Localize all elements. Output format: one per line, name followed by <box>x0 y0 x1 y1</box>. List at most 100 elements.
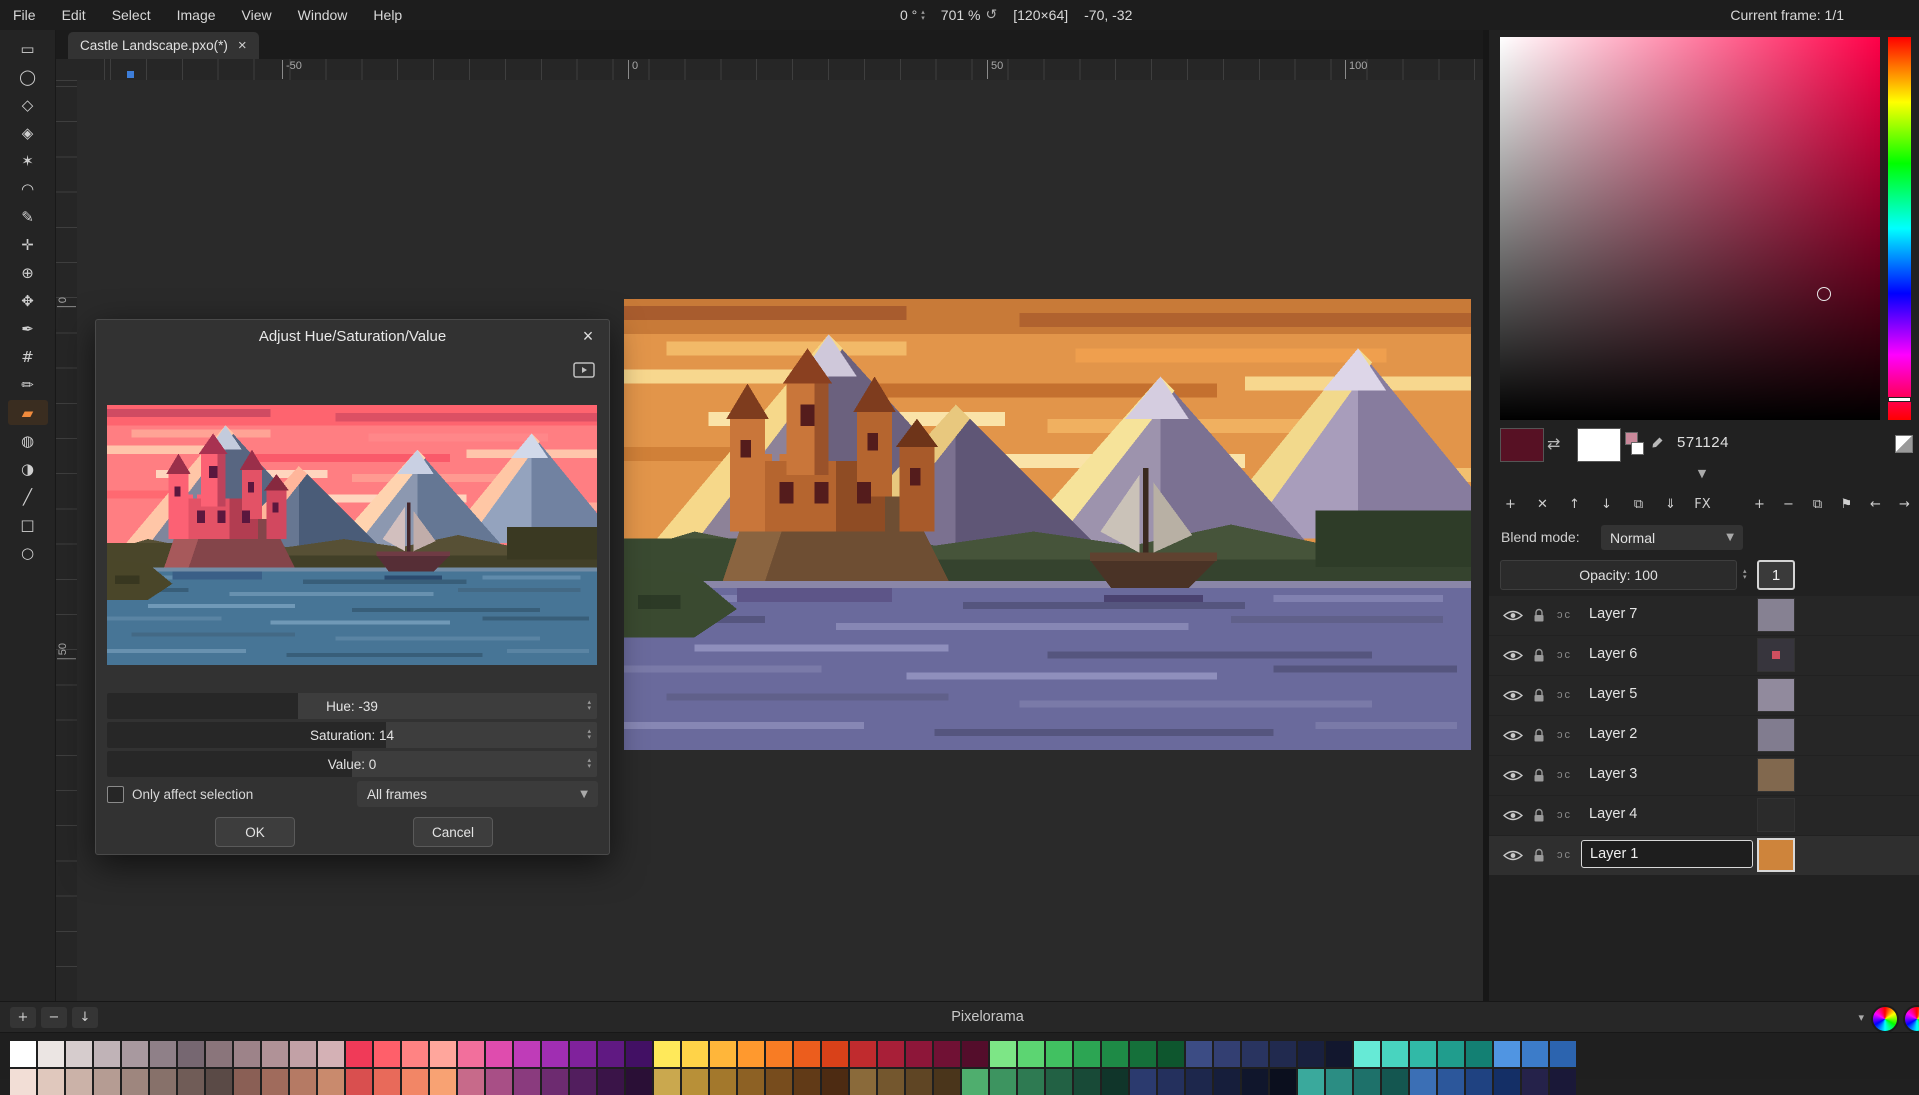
palette-swatch[interactable] <box>1410 1069 1436 1095</box>
palette-swatch[interactable] <box>1242 1041 1268 1067</box>
palette-swatch[interactable] <box>598 1069 624 1095</box>
menu-image[interactable]: Image <box>164 3 229 27</box>
tab-close-icon[interactable]: × <box>238 37 247 54</box>
menu-help[interactable]: Help <box>360 3 415 27</box>
palette-swatch[interactable] <box>542 1069 568 1095</box>
palette-swatch[interactable] <box>626 1069 652 1095</box>
palette-swatch[interactable] <box>178 1041 204 1067</box>
palette-swatch[interactable] <box>1214 1069 1240 1095</box>
palette-swatch[interactable] <box>1494 1041 1520 1067</box>
picker-cursor[interactable] <box>1817 287 1831 301</box>
layer-lock-icon[interactable] <box>1533 688 1545 706</box>
color-mode-icon[interactable] <box>1895 435 1913 453</box>
merge-layer-down-button[interactable]: ⇓ <box>1658 494 1683 516</box>
default-colors-icon[interactable] <box>1625 432 1643 456</box>
palette-swatch[interactable] <box>850 1041 876 1067</box>
palette-swatch[interactable] <box>1298 1069 1324 1095</box>
palette-swatch[interactable] <box>458 1069 484 1095</box>
layer-row-layer-1[interactable]: ɔcLayer 1 <box>1489 836 1919 875</box>
palette-swatch[interactable] <box>514 1069 540 1095</box>
new-layer-button[interactable]: + <box>1498 494 1523 516</box>
remove-frame-button[interactable]: − <box>1776 494 1801 516</box>
palette-swatch[interactable] <box>430 1041 456 1067</box>
cel-link-icon[interactable]: ɔc <box>1557 729 1572 741</box>
opacity-spinner[interactable]: ▴▾ <box>1743 568 1747 580</box>
layer-lock-icon[interactable] <box>1533 608 1545 626</box>
lasso-tool[interactable]: ◠ <box>8 176 48 201</box>
palette-swatch[interactable] <box>1522 1041 1548 1067</box>
palette-swatch[interactable] <box>654 1041 680 1067</box>
layer-lock-icon[interactable] <box>1533 808 1545 826</box>
layer-row-layer-2[interactable]: ɔcLayer 2 <box>1489 716 1919 755</box>
color-picker-tool[interactable]: ✒ <box>8 316 48 341</box>
palette-swatch[interactable] <box>850 1069 876 1095</box>
layer-lock-icon[interactable] <box>1533 648 1545 666</box>
saturation-spinner[interactable]: ▴▾ <box>587 728 591 740</box>
layer-visibility-icon[interactable] <box>1503 689 1523 705</box>
preview-toggle-icon[interactable] <box>573 362 595 381</box>
shading-tool[interactable]: ◑ <box>8 456 48 481</box>
layer-visibility-icon[interactable] <box>1503 769 1523 785</box>
palette-swatch[interactable] <box>1102 1069 1128 1095</box>
palette-swatch[interactable] <box>990 1041 1016 1067</box>
palette-swatch[interactable] <box>262 1069 288 1095</box>
palette-swatch[interactable] <box>1326 1041 1352 1067</box>
move-frame-right-button[interactable]: → <box>1892 494 1917 516</box>
layer-thumbnail[interactable] <box>1757 638 1795 672</box>
palette-swatch[interactable] <box>1326 1069 1352 1095</box>
menu-select[interactable]: Select <box>99 3 164 27</box>
hue-spinner[interactable]: ▴▾ <box>587 699 591 711</box>
palette-swatch[interactable] <box>1494 1069 1520 1095</box>
palette-swatch[interactable] <box>542 1041 568 1067</box>
palette-swatch[interactable] <box>710 1041 736 1067</box>
only-affect-selection-checkbox[interactable] <box>107 786 124 803</box>
color-select-tool[interactable]: ◈ <box>8 120 48 145</box>
menu-view[interactable]: View <box>229 3 285 27</box>
eyedropper-icon[interactable] <box>1650 436 1664 453</box>
layer-lock-icon[interactable] <box>1533 768 1545 786</box>
hue-slider[interactable] <box>1888 37 1911 420</box>
palette-swatch[interactable] <box>374 1069 400 1095</box>
palette-swatch[interactable] <box>1438 1041 1464 1067</box>
palette-swatch[interactable] <box>1074 1041 1100 1067</box>
layer-name-input[interactable]: Layer 1 <box>1581 840 1753 868</box>
menu-window[interactable]: Window <box>285 3 361 27</box>
pencil-tool[interactable]: ✏ <box>8 372 48 397</box>
ok-button[interactable]: OK <box>215 817 295 847</box>
palette-swatch[interactable] <box>962 1041 988 1067</box>
layer-thumbnail[interactable] <box>1757 758 1795 792</box>
palette-swatch[interactable] <box>878 1069 904 1095</box>
palette-swatch[interactable] <box>822 1069 848 1095</box>
palette-swatch[interactable] <box>1298 1041 1324 1067</box>
edit-palette-icon[interactable] <box>1871 1005 1899 1033</box>
palette-swatch[interactable] <box>1354 1069 1380 1095</box>
add-frame-button[interactable]: + <box>1747 494 1772 516</box>
palette-swatch[interactable] <box>38 1041 64 1067</box>
palette-swatch[interactable] <box>1270 1069 1296 1095</box>
crop-tool[interactable]: # <box>8 344 48 369</box>
rectangle-tool[interactable]: □ <box>8 512 48 537</box>
palette-swatch[interactable] <box>934 1069 960 1095</box>
palette-swatch[interactable] <box>654 1069 680 1095</box>
layer-visibility-icon[interactable] <box>1503 729 1523 745</box>
palette-swatch[interactable] <box>710 1069 736 1095</box>
palette-swatch[interactable] <box>402 1069 428 1095</box>
palette-swatch[interactable] <box>458 1041 484 1067</box>
menu-file[interactable]: File <box>0 3 49 27</box>
palette-swatch[interactable] <box>1242 1069 1268 1095</box>
import-palette-button[interactable]: ↓ <box>72 1007 98 1028</box>
layer-visibility-icon[interactable] <box>1503 809 1523 825</box>
layer-row-layer-4[interactable]: ɔcLayer 4 <box>1489 796 1919 835</box>
dialog-close-icon[interactable]: × <box>577 325 599 347</box>
palette-swatch[interactable] <box>1074 1069 1100 1095</box>
palette-swatch[interactable] <box>1186 1041 1212 1067</box>
palette-swatch[interactable] <box>94 1041 120 1067</box>
remove-layer-button[interactable]: ✕ <box>1530 494 1555 516</box>
clone-frame-button[interactable]: ⧉ <box>1805 494 1830 516</box>
layer-lock-icon[interactable] <box>1533 728 1545 746</box>
palette-swatch[interactable] <box>598 1041 624 1067</box>
palette-swatch[interactable] <box>570 1041 596 1067</box>
layer-visibility-icon[interactable] <box>1503 609 1523 625</box>
palette-swatch[interactable] <box>1158 1041 1184 1067</box>
clone-layer-button[interactable]: ⧉ <box>1626 494 1651 516</box>
